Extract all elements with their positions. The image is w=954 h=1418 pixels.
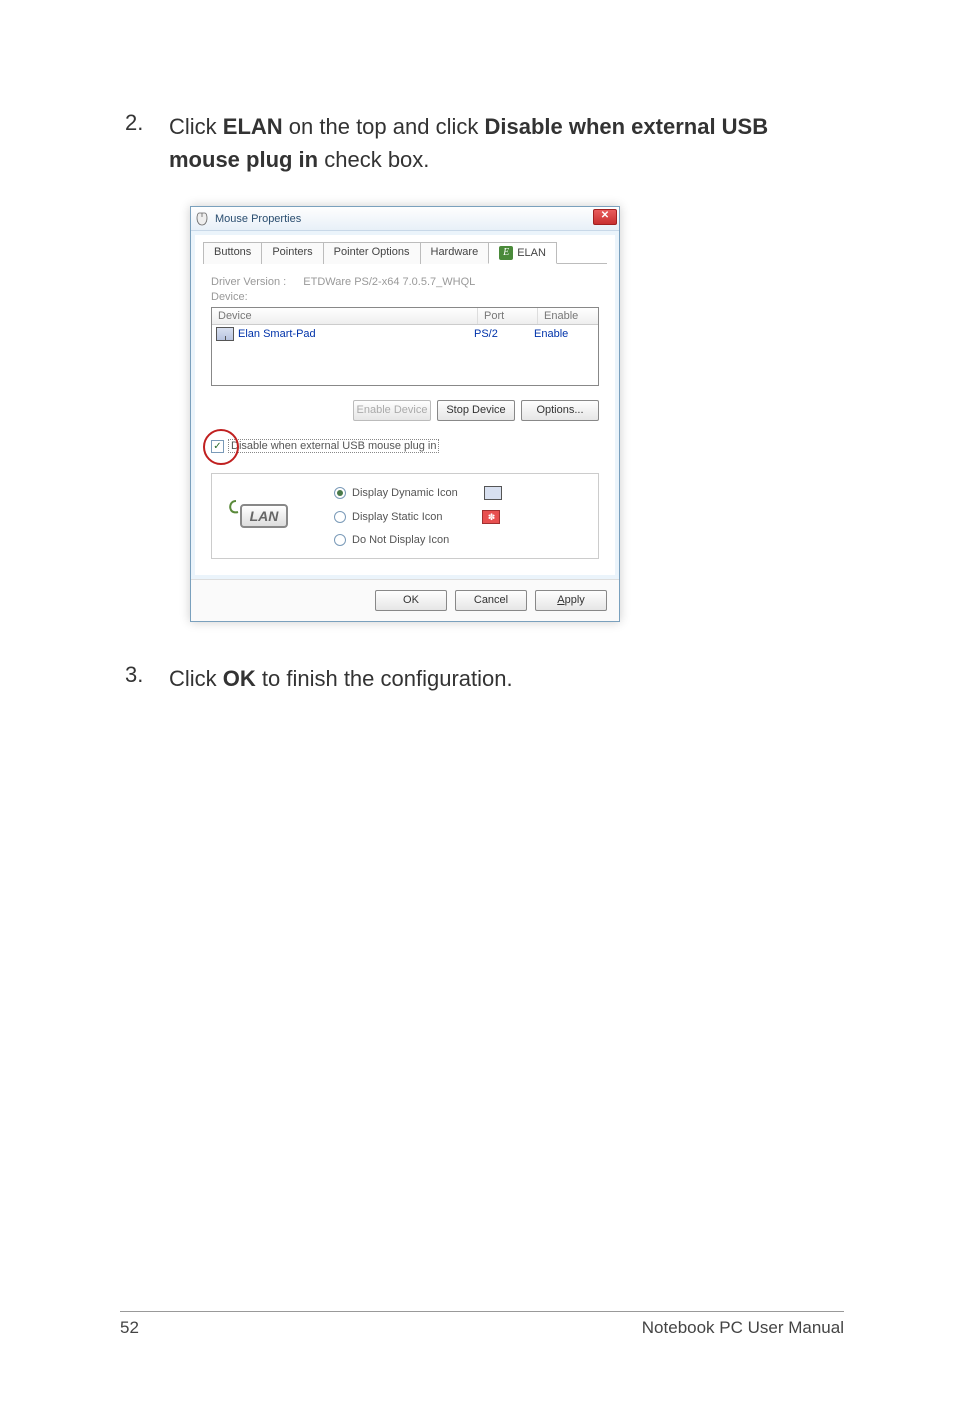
touchpad-icon [216,327,234,341]
radio-static-label: Display Static Icon [352,511,442,523]
radio-dynamic-row[interactable]: Display Dynamic Icon [334,486,502,500]
device-name: Elan Smart-Pad [238,328,316,340]
tab-pointer-options[interactable]: Pointer Options [323,242,421,264]
cancel-button[interactable]: Cancel [455,590,527,611]
ok-button[interactable]: OK [375,590,447,611]
table-row[interactable]: Elan Smart-Pad PS/2 Enable [212,325,598,343]
close-button[interactable]: ✕ [593,209,617,225]
screenshot-dialog: Mouse Properties ✕ Buttons Pointers Poin… [190,206,844,622]
radio-none-row[interactable]: Do Not Display Icon [334,534,502,546]
enable-device-button: Enable Device [353,400,431,421]
options-button[interactable]: Options... [521,400,599,421]
icon-display-group: LAN Display Dynamic Icon [211,473,599,559]
radio-dynamic-label: Display Dynamic Icon [352,487,458,499]
radio-static-row[interactable]: Display Static Icon ✽ [334,510,502,524]
driver-version: Driver Version : ETDWare PS/2-x64 7.0.5.… [211,276,599,288]
col-header-port: Port [478,308,538,324]
elan-logo: LAN [224,491,304,541]
stop-device-button[interactable]: Stop Device [437,400,515,421]
dialog-title: Mouse Properties [215,213,301,225]
step-2: 2. Click ELAN on the top and click Disab… [125,110,844,176]
step-2-number: 2. [125,110,169,176]
radio-none-label: Do Not Display Icon [352,534,449,546]
tab-elan[interactable]: E ELAN [488,242,557,264]
device-label: Device: [211,291,599,303]
step-3-number: 3. [125,662,169,695]
step-2-text: Click ELAN on the top and click Disable … [169,110,844,176]
disable-usb-checkbox[interactable]: ✓ [211,440,224,453]
device-port: PS/2 [474,328,534,340]
dynamic-tray-icon [484,486,502,500]
step-3: 3. Click OK to finish the configuration. [125,662,844,695]
radio-dynamic[interactable] [334,487,346,499]
tab-elan-label: ELAN [517,247,546,259]
disable-usb-checkbox-row[interactable]: ✓ Disable when external USB mouse plug i… [211,439,599,453]
page-footer: 52 Notebook PC User Manual [120,1311,844,1338]
apply-button[interactable]: Apply [535,590,607,611]
step-3-text: Click OK to finish the configuration. [169,662,513,695]
col-header-device: Device [212,308,478,324]
radio-none[interactable] [334,534,346,546]
disable-usb-label: Disable when external USB mouse plug in [228,439,439,453]
titlebar: Mouse Properties ✕ [191,207,619,231]
tab-buttons[interactable]: Buttons [203,242,262,264]
page-number: 52 [120,1318,139,1338]
radio-static[interactable] [334,511,346,523]
tab-hardware[interactable]: Hardware [420,242,490,264]
device-enable: Enable [534,328,594,340]
elan-logo-icon: E [499,246,513,260]
tabs: Buttons Pointers Pointer Options Hardwar… [203,241,607,264]
static-tray-icon: ✽ [482,510,500,524]
tab-pointers[interactable]: Pointers [261,242,323,264]
col-header-enable: Enable [538,308,598,324]
manual-title: Notebook PC User Manual [642,1318,844,1338]
device-table: Device Port Enable Elan Smart-Pad PS/2 [211,307,599,386]
mouse-icon [195,212,209,226]
